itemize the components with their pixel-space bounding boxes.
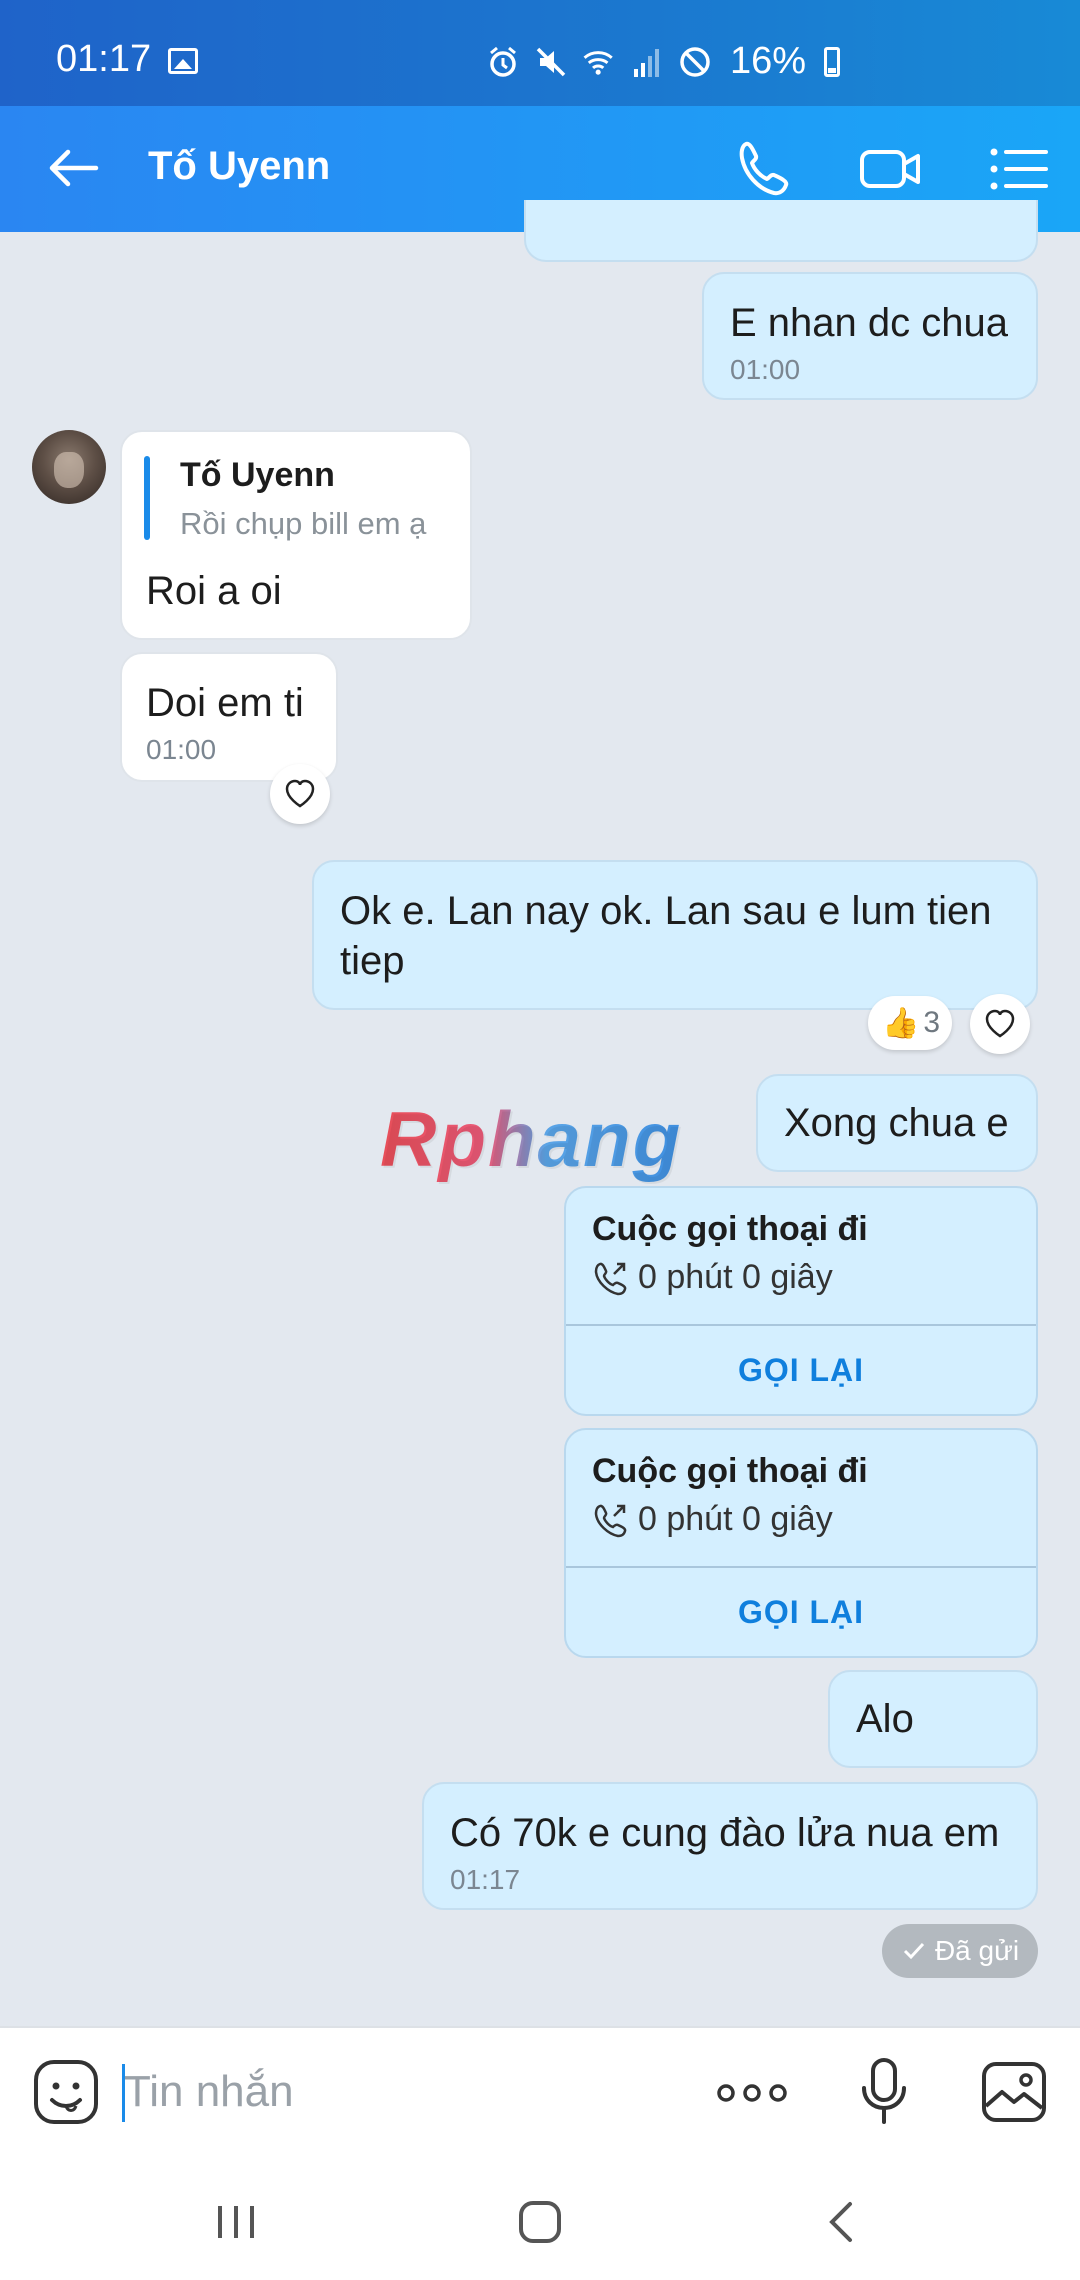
call-title: Cuộc gọi thoại đi [592, 1452, 868, 1490]
message-text: Có 70k e cung đào lửa nua em [450, 1811, 1000, 1855]
message-time: 01:17 [450, 1864, 521, 1895]
alarm-icon [490, 46, 516, 77]
list-menu-icon[interactable] [986, 136, 1052, 202]
signal-icon [634, 48, 659, 77]
call-back-button[interactable]: GỌI LẠI [566, 1326, 1036, 1414]
reply-author: Tố Uyenn [180, 456, 335, 494]
more-icon[interactable] [712, 2068, 792, 2118]
contact-name[interactable]: Tố Uyenn [148, 144, 330, 189]
call-card: Cuộc gọi thoại đi 0 phút 0 giây GỌI LẠI [564, 1186, 1038, 1416]
heart-reaction-button[interactable] [270, 764, 330, 824]
call-back-button[interactable]: GỌI LẠI [566, 1568, 1036, 1656]
call-title: Cuộc gọi thoại đi [592, 1210, 868, 1248]
outgoing-message[interactable]: E nhan dc chua 01:00 [702, 272, 1038, 400]
message-composer [0, 2026, 1080, 2156]
call-out-icon [594, 1504, 627, 1537]
incoming-reply-message[interactable]: Tố Uyenn Rồi chụp bill em ạ Roi a oi [120, 430, 472, 640]
battery-level: 16% [730, 40, 807, 82]
back-icon[interactable] [812, 2192, 872, 2252]
reply-quote-bar [144, 456, 150, 540]
message-text-line1: Ok e. Lan nay ok. Lan sau e lum tien [340, 889, 992, 933]
image-notification-icon [168, 48, 198, 74]
heart-reaction-button[interactable] [970, 994, 1030, 1054]
call-card: Cuộc gọi thoại đi 0 phút 0 giây GỌI LẠI [564, 1428, 1038, 1658]
microphone-icon[interactable] [856, 2056, 912, 2128]
battery-icon [824, 46, 841, 77]
heart-icon [285, 779, 315, 808]
reply-snippet: Rồi chụp bill em ạ [180, 506, 427, 541]
status-bar: 01:17 16% [0, 0, 1080, 106]
incoming-message[interactable]: Doi em ti 01:00 [120, 652, 338, 782]
system-navigation-bar [0, 2154, 1080, 2280]
video-call-icon[interactable] [858, 136, 924, 202]
call-duration: 0 phút 0 giây [638, 1258, 833, 1296]
emoji-icon[interactable] [32, 2058, 100, 2126]
status-icons: 16% [486, 40, 841, 83]
message-text-line2: tiep [340, 939, 405, 983]
thumbs-up-icon: 👍 [882, 1006, 920, 1040]
check-icon [903, 1942, 925, 1960]
status-time: 01:17 [56, 38, 152, 80]
call-duration: 0 phút 0 giây [638, 1500, 833, 1538]
recent-apps-icon[interactable] [206, 2192, 266, 2252]
reaction-summary[interactable]: 👍 3 [868, 996, 952, 1050]
sent-status-badge: Đã gửi [882, 1924, 1038, 1978]
back-arrow-icon[interactable] [40, 136, 104, 200]
call-out-icon [594, 1262, 627, 1295]
reaction-count: 3 [923, 1006, 941, 1039]
message-text: Roi a oi [146, 569, 282, 613]
do-not-disturb-icon [680, 46, 710, 77]
message-text: E nhan dc chua [730, 301, 1008, 345]
message-bubble-partial[interactable] [524, 200, 1038, 262]
call-info: Cuộc gọi thoại đi 0 phút 0 giây [566, 1188, 1036, 1326]
outgoing-message[interactable]: Ok e. Lan nay ok. Lan sau e lum tien tie… [312, 860, 1038, 1010]
wifi-icon [583, 50, 613, 75]
message-text: Doi em ti [146, 681, 304, 725]
message-time: 01:00 [730, 354, 801, 385]
contact-avatar[interactable] [32, 430, 106, 504]
message-input[interactable] [124, 2060, 684, 2124]
mute-icon [536, 47, 566, 76]
outgoing-message[interactable]: Xong chua e [756, 1074, 1038, 1172]
outgoing-message[interactable]: Alo [828, 1670, 1038, 1768]
message-text: Alo [856, 1697, 914, 1741]
heart-icon [985, 1009, 1015, 1038]
call-duration-row: 0 phút 0 giây [592, 1500, 833, 1539]
message-text: Xong chua e [784, 1101, 1009, 1145]
message-time: 01:00 [146, 734, 217, 765]
call-duration-row: 0 phút 0 giây [592, 1258, 833, 1297]
sent-status-text: Đã gửi [934, 1935, 1020, 1966]
call-info: Cuộc gọi thoại đi 0 phút 0 giây [566, 1430, 1036, 1568]
watermark-logo: Rphang [380, 1095, 683, 1183]
gallery-icon[interactable] [980, 2058, 1048, 2126]
phone-icon[interactable] [732, 136, 798, 202]
outgoing-message[interactable]: Có 70k e cung đào lửa nua em 01:17 [422, 1782, 1038, 1910]
home-icon[interactable] [510, 2192, 570, 2252]
